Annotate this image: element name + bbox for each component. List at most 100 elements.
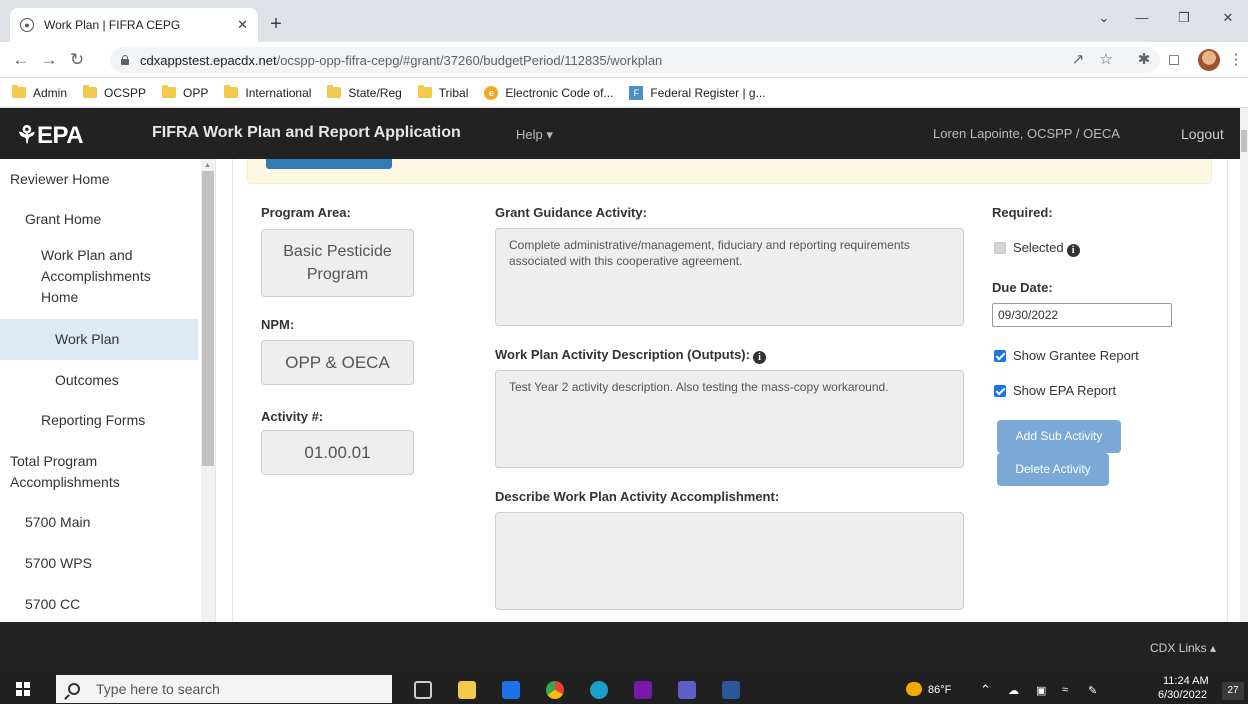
reload-icon[interactable]: ↻: [66, 50, 88, 70]
lock-icon: [120, 55, 130, 65]
bookmarks-bar: Admin OCSPP OPP International State/Reg …: [0, 78, 1248, 108]
address-bar[interactable]: cdxappstest.epacdx.net /ocspp-opp-fifra-…: [110, 47, 1160, 73]
alert-action-button[interactable]: [266, 159, 392, 169]
bookmark-tribal[interactable]: Tribal: [417, 85, 468, 100]
help-menu[interactable]: Help ▾: [516, 127, 553, 143]
new-tab-button[interactable]: +: [262, 10, 290, 38]
bookmark-ecfr[interactable]: e Electronic Code of...: [484, 85, 613, 100]
browser-tab[interactable]: ● Work Plan | FIFRA CEPG ✕: [10, 8, 258, 42]
pen-icon[interactable]: ✎: [1088, 684, 1097, 697]
outlook-icon[interactable]: [502, 681, 520, 699]
app-title[interactable]: FIFRA Work Plan and Report Application: [152, 124, 461, 142]
sidebar-item-outcomes[interactable]: Outcomes: [55, 370, 195, 391]
wifi-icon[interactable]: ≈: [1062, 684, 1068, 696]
site-favicon-icon: ●: [20, 18, 34, 32]
sidebar-item-work-plan[interactable]: Work Plan: [0, 319, 198, 360]
temperature[interactable]: 86°F: [928, 684, 951, 696]
back-icon[interactable]: ←: [10, 50, 32, 70]
bookmark-admin[interactable]: Admin: [12, 85, 67, 100]
sidebar-item-5700-cc[interactable]: 5700 CC: [25, 594, 185, 615]
sidebar: Reviewer Home Grant Home Work Plan and A…: [0, 159, 216, 622]
ecfr-icon: e: [484, 85, 499, 100]
show-grantee-report-label: Show Grantee Report: [1013, 348, 1139, 363]
activity-number-field: 01.00.01: [261, 430, 414, 475]
onedrive-icon[interactable]: ☁: [1008, 684, 1019, 697]
tab-title: Work Plan | FIFRA CEPG: [44, 18, 181, 32]
sidebar-item-5700-wps[interactable]: 5700 WPS: [25, 553, 185, 574]
notifications-badge[interactable]: 27: [1222, 682, 1244, 700]
bookmark-star-icon[interactable]: ☆: [1096, 50, 1116, 68]
show-epa-report-checkbox[interactable]: [994, 385, 1006, 397]
teams-icon[interactable]: [678, 681, 696, 699]
grant-guidance-field: Complete administrative/management, fidu…: [495, 228, 964, 326]
npm-label: NPM:: [261, 317, 295, 332]
bookmark-international[interactable]: International: [224, 85, 311, 100]
windows-start-icon[interactable]: [16, 682, 30, 696]
scroll-up-arrow-icon[interactable]: ▲: [204, 162, 211, 169]
extensions-icon[interactable]: ✱: [1134, 50, 1154, 68]
side-panel-icon[interactable]: ◻: [1164, 50, 1184, 68]
forward-icon[interactable]: →: [38, 50, 60, 70]
page-scrollbar[interactable]: [1240, 108, 1248, 622]
menu-icon[interactable]: ⋮: [1226, 50, 1246, 68]
sidebar-item-work-plan-home[interactable]: Work Plan and Accomplishments Home: [41, 245, 191, 308]
folder-icon: [417, 85, 432, 98]
logout-link[interactable]: Logout: [1181, 126, 1224, 142]
tray-chevron-icon[interactable]: ⌃: [980, 682, 991, 698]
minimize-icon[interactable]: —: [1130, 10, 1154, 25]
info-icon[interactable]: i: [1066, 244, 1080, 257]
search-icon: [68, 683, 80, 695]
show-grantee-report-checkbox[interactable]: [994, 350, 1006, 362]
taskbar-search[interactable]: Type here to search: [56, 675, 392, 703]
due-date-input[interactable]: [992, 303, 1172, 327]
restore-icon[interactable]: ❐: [1172, 10, 1196, 26]
sidebar-item-reporting-forms[interactable]: Reporting Forms: [41, 410, 191, 431]
required-checkbox: [994, 242, 1006, 254]
selected-label: Selected i: [1013, 240, 1080, 257]
add-sub-activity-button[interactable]: Add Sub Activity: [997, 420, 1121, 453]
delete-activity-button[interactable]: Delete Activity: [997, 453, 1109, 486]
bookmark-opp[interactable]: OPP: [162, 85, 208, 100]
url-path: /ocspp-opp-fifra-cepg/#grant/37260/budge…: [276, 52, 663, 68]
required-label: Required:: [992, 205, 1053, 220]
word-icon[interactable]: [722, 681, 740, 699]
profile-avatar[interactable]: [1198, 49, 1220, 71]
npm-field: OPP & OECA: [261, 340, 414, 385]
clock-date[interactable]: 6/30/2022: [1158, 689, 1207, 701]
federal-register-icon: F: [629, 85, 644, 100]
clock-time[interactable]: 11:24 AM: [1163, 675, 1209, 687]
close-window-icon[interactable]: ✕: [1216, 10, 1240, 26]
app-footer: [0, 622, 1248, 672]
accomplishment-field[interactable]: [495, 512, 964, 610]
sidebar-scroll-thumb[interactable]: [202, 171, 214, 466]
accomplishment-label: Describe Work Plan Activity Accomplishme…: [495, 489, 780, 504]
sidebar-item-reviewer-home[interactable]: Reviewer Home: [10, 169, 208, 190]
epa-logo[interactable]: ⚘EPA: [16, 121, 84, 150]
file-explorer-icon[interactable]: [458, 681, 476, 699]
close-tab-icon[interactable]: ✕: [237, 17, 248, 33]
info-icon[interactable]: i: [752, 351, 766, 364]
cdx-links-menu[interactable]: CDX Links ▴: [1150, 641, 1216, 655]
page-scroll-thumb[interactable]: [1241, 130, 1247, 152]
bookmark-federal-register[interactable]: F Federal Register | g...: [629, 85, 766, 100]
app-header: ⚘EPA FIFRA Work Plan and Report Applicat…: [0, 108, 1240, 159]
show-epa-report-label: Show EPA Report: [1013, 383, 1117, 398]
sidebar-item-grant-home[interactable]: Grant Home: [25, 209, 195, 230]
grant-guidance-label: Grant Guidance Activity:: [495, 205, 647, 220]
edge-icon[interactable]: [590, 681, 608, 699]
folder-icon: [224, 85, 239, 98]
sidebar-item-5700-main[interactable]: 5700 Main: [25, 512, 185, 533]
due-date-label: Due Date:: [992, 280, 1053, 295]
onenote-icon[interactable]: [634, 681, 652, 699]
network-icon[interactable]: ▣: [1036, 684, 1046, 697]
chrome-icon[interactable]: [546, 681, 564, 699]
tab-search-icon[interactable]: ⌄: [1092, 10, 1116, 26]
activity-description-label: Work Plan Activity Description (Outputs)…: [495, 347, 766, 364]
sidebar-item-total-program-accomplishments[interactable]: Total Program Accomplishments: [10, 451, 170, 493]
bookmark-state-reg[interactable]: State/Reg: [327, 85, 402, 100]
task-view-icon[interactable]: [414, 681, 432, 699]
weather-icon[interactable]: [906, 682, 922, 696]
share-icon[interactable]: ↗: [1068, 50, 1088, 68]
bookmark-ocspp[interactable]: OCSPP: [83, 85, 146, 100]
url-host: cdxappstest.epacdx.net: [140, 52, 277, 68]
